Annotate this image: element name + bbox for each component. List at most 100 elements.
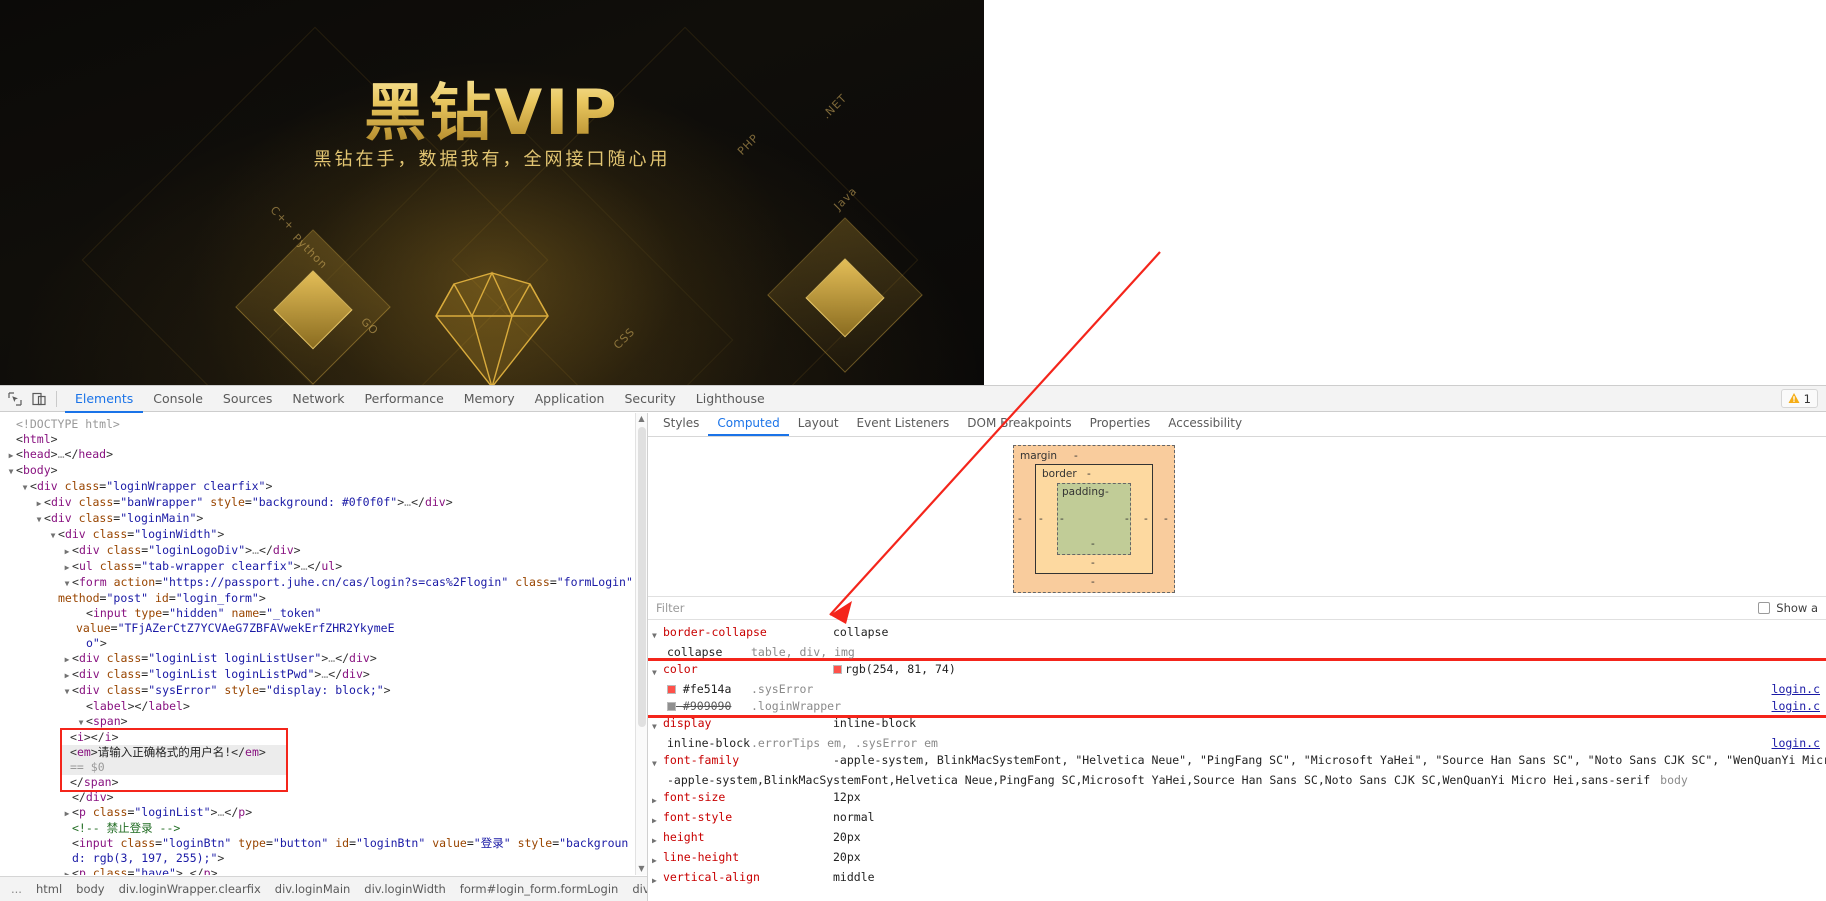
dom-tree-line[interactable]: ▶ <div class="loginList loginListPwd">…</… <box>6 667 635 683</box>
box-model-border-top[interactable]: - <box>1087 468 1091 480</box>
computed-properties-list[interactable]: ▼ border-collapse collapse collapse table, d… <box>648 621 1826 901</box>
devtools-tab-elements[interactable]: Elements <box>65 387 144 413</box>
breadcrumb-item[interactable]: ... <box>4 882 29 896</box>
devtools-tab-lighthouse[interactable]: Lighthouse <box>686 387 775 413</box>
computed-property-source[interactable]: -apple-system,BlinkMacSystemFont,Helveti… <box>648 772 1826 789</box>
inspect-icon[interactable] <box>4 388 26 410</box>
device-toolbar-icon[interactable] <box>28 388 50 410</box>
dom-tree-line[interactable]: <i></i> <box>62 730 286 745</box>
dom-tree-line[interactable]: ▼ <span> <box>6 714 635 730</box>
breadcrumb-item[interactable]: form#login_form.formLogin <box>453 882 626 896</box>
computed-property-source[interactable]: #fe514a .sysError login.c <box>648 681 1826 698</box>
box-model-margin-bottom[interactable]: - <box>1091 576 1095 588</box>
show-all-toggle[interactable]: Show a <box>1758 601 1818 615</box>
scroll-down-arrow[interactable]: ▼ <box>636 863 647 875</box>
expand-triangle-icon[interactable]: ▼ <box>652 661 663 681</box>
sp-tab-dom-breakpoints[interactable]: DOM Breakpoints <box>958 413 1080 436</box>
sp-tab-styles[interactable]: Styles <box>654 413 708 436</box>
style-source-link[interactable]: login.c <box>1772 698 1820 715</box>
scroll-up-arrow[interactable]: ▲ <box>636 413 647 425</box>
box-model-border-left[interactable]: - <box>1039 513 1043 525</box>
filter-input[interactable]: Filter <box>656 601 1758 615</box>
style-source-link[interactable]: login.c <box>1772 735 1820 752</box>
dom-tree-line[interactable]: <em>请输入正确格式的用户名!</em> == $0 <box>62 745 286 775</box>
dom-tree-line[interactable]: </div> <box>6 790 635 805</box>
dom-tree-line[interactable]: ▼ <div class="loginWrapper clearfix"> <box>6 479 635 495</box>
highlighted-dom-node[interactable]: <i></i> <em>请输入正确格式的用户名!</em> == $0 </span… <box>60 728 288 792</box>
style-source-link[interactable]: login.c <box>1772 681 1820 698</box>
dom-tree-line[interactable]: ▶ <div class="loginLogoDiv">…</div> <box>6 543 635 559</box>
computed-property-source[interactable]: inline-block .errorTips em, .sysError em l… <box>648 735 1826 752</box>
breadcrumb-item[interactable]: div.loginWrapper.clearfix <box>112 882 268 896</box>
dom-tree-line[interactable]: ▼ <div class="sysError" style="display: b… <box>6 683 635 699</box>
sp-tab-event-listeners[interactable]: Event Listeners <box>848 413 959 436</box>
expand-triangle-icon[interactable]: ▶ <box>652 829 663 849</box>
box-model-padding-top[interactable]: - <box>1105 486 1109 498</box>
box-model-margin-top[interactable]: - <box>1074 450 1078 462</box>
dom-tree-scrollbar[interactable]: ▲ ▼ <box>635 413 647 875</box>
box-model-padding-left[interactable]: - <box>1060 513 1064 525</box>
box-model-border-bottom[interactable]: - <box>1091 557 1095 569</box>
dom-tree-line[interactable]: <!DOCTYPE html> <box>6 417 635 432</box>
sp-tab-accessibility[interactable]: Accessibility <box>1159 413 1251 436</box>
dom-tree-line[interactable]: ▶ <ul class="tab-wrapper clearfix">…</ul> <box>6 559 635 575</box>
dom-tree-line[interactable]: o"> <box>6 636 635 651</box>
computed-property-source[interactable]: #909090 .loginWrapper login.c <box>648 698 1826 715</box>
computed-property-row[interactable]: ▶ font-style normal <box>648 809 1826 829</box>
devtools-tab-network[interactable]: Network <box>282 387 354 413</box>
sp-tab-layout[interactable]: Layout <box>789 413 848 436</box>
expand-triangle-icon[interactable]: ▶ <box>652 789 663 809</box>
dom-tree-line[interactable]: <label></label> <box>6 699 635 714</box>
show-all-checkbox[interactable] <box>1758 602 1771 614</box>
sp-tab-computed[interactable]: Computed <box>708 413 789 436</box>
box-model-border-right[interactable]: - <box>1144 513 1148 525</box>
box-model-padding-right[interactable]: - <box>1125 513 1129 525</box>
computed-property-source[interactable]: collapse table, div, img <box>648 644 1826 661</box>
dom-tree-line[interactable]: ▼ <form action="https://passport.juhe.cn/… <box>6 575 635 591</box>
devtools-tab-sources[interactable]: Sources <box>213 387 282 413</box>
dom-tree-line[interactable]: <!-- 禁止登录 --> <box>6 821 635 836</box>
box-model-margin-left[interactable]: - <box>1018 513 1022 525</box>
expand-triangle-icon[interactable]: ▼ <box>652 624 663 644</box>
breadcrumb-item[interactable]: div.loginMain <box>268 882 358 896</box>
scroll-thumb[interactable] <box>638 427 646 727</box>
dom-tree-line[interactable]: d: rgb(3, 197, 255);"> <box>6 851 635 866</box>
dom-tree-line[interactable]: ▶ <p class="loginList">…</p> <box>6 805 635 821</box>
breadcrumb-item[interactable]: div.loginWidth <box>357 882 453 896</box>
computed-property-row[interactable]: ▶ vertical-align middle <box>648 869 1826 889</box>
dom-tree-line[interactable]: ▼ <body> <box>6 463 635 479</box>
box-model-padding-bottom[interactable]: - <box>1091 538 1095 550</box>
dom-tree-line[interactable]: ▼ <div class="loginWidth"> <box>6 527 635 543</box>
computed-property-row[interactable]: ▼ font-family -apple-system, BlinkMacSyste… <box>648 752 1826 772</box>
devtools-tab-performance[interactable]: Performance <box>355 387 454 413</box>
dom-tree-line[interactable]: </span> <box>62 775 286 790</box>
breadcrumb-item[interactable]: html <box>29 882 69 896</box>
breadcrumb-item[interactable]: div.s <box>625 882 647 896</box>
dom-tree-line[interactable]: ▶ <head>…</head> <box>6 447 635 463</box>
dom-tree-line[interactable]: ▶ <p class="have">…</p> <box>6 866 635 875</box>
devtools-tab-security[interactable]: Security <box>614 387 685 413</box>
dom-tree-line[interactable]: method="post" id="login_form"> <box>6 591 635 606</box>
devtools-tab-console[interactable]: Console <box>143 387 213 413</box>
dom-tree-line[interactable]: <input class="loginBtn" type="button" id… <box>6 836 635 851</box>
dom-tree-line[interactable]: ▶ <div class="loginList loginListUser">…<… <box>6 651 635 667</box>
dom-tree-line[interactable]: ▼ <div class="loginMain"> <box>6 511 635 527</box>
dom-tree-line[interactable]: <html> <box>6 432 635 447</box>
devtools-tab-application[interactable]: Application <box>525 387 615 413</box>
computed-property-row[interactable]: ▼ color rgb(254, 81, 74) <box>648 661 1826 681</box>
warning-count-badge[interactable]: 1 <box>1780 389 1818 408</box>
dom-tree-scroll[interactable]: <!DOCTYPE html> <html> ▶ <head>…</head> ▼ <bo… <box>0 413 635 875</box>
devtools-tab-memory[interactable]: Memory <box>454 387 525 413</box>
computed-property-row[interactable]: ▼ display inline-block <box>648 715 1826 735</box>
box-model-margin-right[interactable]: - <box>1164 513 1168 525</box>
dom-tree-line[interactable]: <input type="hidden" name="_token" value… <box>6 606 635 636</box>
expand-triangle-icon[interactable]: ▶ <box>652 849 663 869</box>
computed-property-row[interactable]: ▶ font-size 12px <box>648 789 1826 809</box>
dom-tree-line[interactable]: ▶ <div class="banWrapper" style="backgrou… <box>6 495 635 511</box>
sp-tab-properties[interactable]: Properties <box>1081 413 1160 436</box>
computed-property-row[interactable]: ▼ border-collapse collapse <box>648 624 1826 644</box>
expand-triangle-icon[interactable]: ▶ <box>652 809 663 829</box>
expand-triangle-icon[interactable]: ▶ <box>652 869 663 889</box>
computed-property-row[interactable]: ▶ height 20px <box>648 829 1826 849</box>
expand-triangle-icon[interactable]: ▼ <box>652 715 663 735</box>
